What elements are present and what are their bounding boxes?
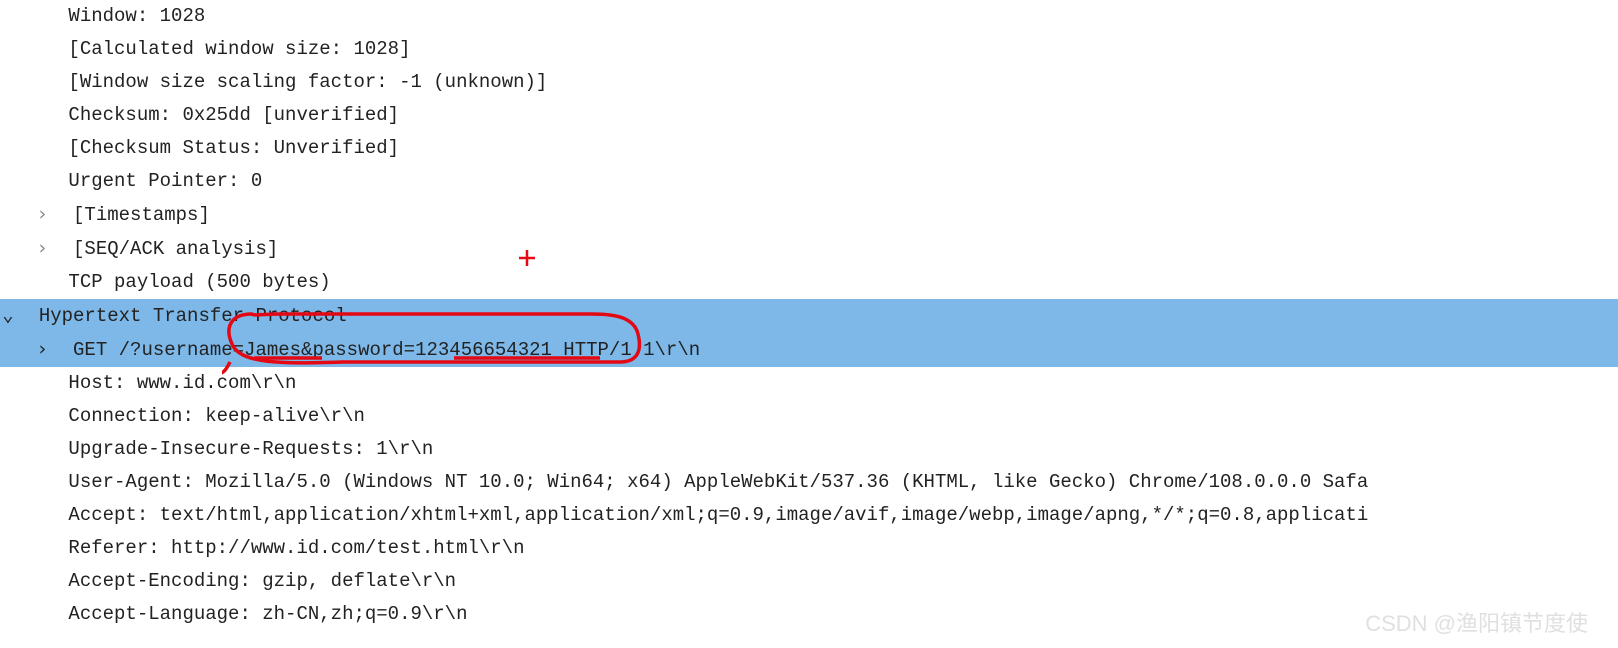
field-http-accept[interactable]: Accept: text/html,application/xhtml+xml,… <box>0 499 1618 532</box>
field-seq-ack[interactable]: › [SEQ/ACK analysis] <box>0 232 1618 266</box>
chevron-right-icon[interactable]: › <box>34 333 50 366</box>
field-checksum[interactable]: Checksum: 0x25dd [unverified] <box>0 99 1618 132</box>
field-window[interactable]: Window: 1028 <box>0 0 1618 33</box>
field-http-connection[interactable]: Connection: keep-alive\r\n <box>0 400 1618 433</box>
packet-details-pane: { "tcp": { "window": "Window: 1028", "ca… <box>0 0 1618 648</box>
field-scale-factor[interactable]: [Window size scaling factor: -1 (unknown… <box>0 66 1618 99</box>
field-urgent-pointer[interactable]: Urgent Pointer: 0 <box>0 165 1618 198</box>
chevron-right-icon[interactable]: › <box>34 232 50 265</box>
field-http-referer[interactable]: Referer: http://www.id.com/test.html\r\n <box>0 532 1618 565</box>
field-timestamps[interactable]: › [Timestamps] <box>0 198 1618 232</box>
field-http-accept-language[interactable]: Accept-Language: zh-CN,zh;q=0.9\r\n <box>0 598 1618 631</box>
field-tcp-payload[interactable]: TCP payload (500 bytes) <box>0 266 1618 299</box>
protocol-http[interactable]: ⌄ Hypertext Transfer Protocol <box>0 299 1618 333</box>
field-calc-window[interactable]: [Calculated window size: 1028] <box>0 33 1618 66</box>
field-http-request-line[interactable]: › GET /?username=James&password=12345665… <box>0 333 1618 367</box>
field-http-accept-encoding[interactable]: Accept-Encoding: gzip, deflate\r\n <box>0 565 1618 598</box>
chevron-down-icon[interactable]: ⌄ <box>0 299 16 332</box>
field-http-host[interactable]: Host: www.id.com\r\n <box>0 367 1618 400</box>
field-http-user-agent[interactable]: User-Agent: Mozilla/5.0 (Windows NT 10.0… <box>0 466 1618 499</box>
field-http-upgrade-insecure[interactable]: Upgrade-Insecure-Requests: 1\r\n <box>0 433 1618 466</box>
field-checksum-status[interactable]: [Checksum Status: Unverified] <box>0 132 1618 165</box>
chevron-right-icon[interactable]: › <box>34 198 50 231</box>
